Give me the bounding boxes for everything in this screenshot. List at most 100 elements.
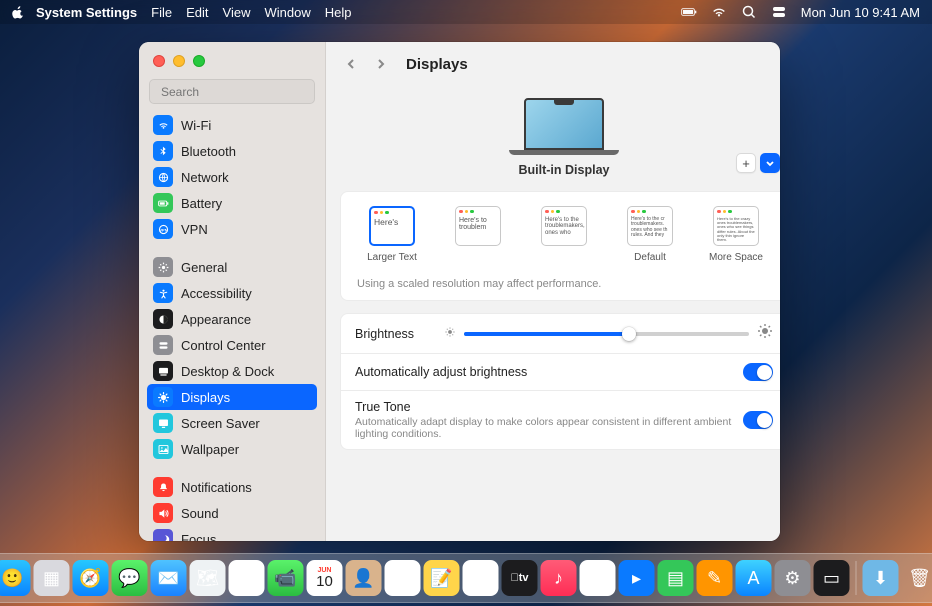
search-container [149, 79, 315, 104]
dock-finder[interactable]: 🙂 [0, 560, 31, 596]
sidebar-item-focus[interactable]: Focus [147, 526, 317, 541]
bluetooth-icon [153, 141, 173, 161]
laptop-icon [509, 98, 619, 155]
minimize-button[interactable] [173, 55, 185, 67]
dock-keynote[interactable]: ▸ [619, 560, 655, 596]
dock-freeform[interactable]: ✎ [463, 560, 499, 596]
resolution-note: Using a scaled resolution may affect per… [357, 278, 771, 290]
resolution-option-2[interactable]: Here's to the troublemakers, ones who [529, 206, 599, 264]
add-display-button[interactable]: + [736, 153, 756, 173]
dock-numbers[interactable]: ▤ [658, 560, 694, 596]
forward-button[interactable] [370, 53, 392, 75]
sidebar-item-label: Wi-Fi [181, 118, 211, 133]
sidebar-item-bluetooth[interactable]: Bluetooth [147, 138, 317, 164]
sidebar-item-battery[interactable]: Battery [147, 190, 317, 216]
sidebar-item-appearance[interactable]: Appearance [147, 306, 317, 332]
auto-brightness-toggle[interactable] [743, 363, 773, 381]
dock: 🙂▦🧭💬✉️🗺✿📹JUN10👤☑📝✎tv♪N▸▤✎A⚙▭⬇🗑 [0, 553, 932, 603]
dock-news[interactable]: N [580, 560, 616, 596]
sidebar-item-label: General [181, 260, 227, 275]
resolution-option-3[interactable]: Here's to the cr troublemakers. ones who… [615, 206, 685, 264]
wifi-icon[interactable] [711, 4, 727, 20]
dock-photos[interactable]: ✿ [229, 560, 265, 596]
bell-icon [153, 477, 173, 497]
resolution-thumb: Here's to the cr troublemakers. ones who… [627, 206, 673, 246]
sidebar-item-screen-saver[interactable]: Screen Saver [147, 410, 317, 436]
dock-maps[interactable]: 🗺 [190, 560, 226, 596]
truetone-desc: Automatically adapt display to make colo… [355, 416, 743, 440]
sidebar-item-network[interactable]: Network [147, 164, 317, 190]
dock-tv[interactable]: tv [502, 560, 538, 596]
sidebar-item-label: Screen Saver [181, 416, 260, 431]
resolution-option-1[interactable]: Here's to troublem [443, 206, 513, 264]
close-button[interactable] [153, 55, 165, 67]
menu-view[interactable]: View [223, 5, 251, 20]
dock-appstore[interactable]: A [736, 560, 772, 596]
resolution-thumb: Here's to the crazy ones troublemakers, … [713, 206, 759, 246]
resolution-option-4[interactable]: Here's to the crazy ones troublemakers, … [701, 206, 771, 264]
resolution-label: More Space [709, 252, 763, 264]
sidebar: Wi-Fi BluetoothNetworkBattery VPN VPN Genera… [139, 42, 326, 541]
back-button[interactable] [340, 53, 362, 75]
control-center-icon[interactable] [771, 4, 787, 20]
sidebar-item-wi-fi[interactable]: Wi-Fi [147, 112, 317, 138]
resolution-thumb: Here's to the troublemakers, ones who [541, 206, 587, 246]
sidebar-item-desktop-dock[interactable]: Desktop & Dock [147, 358, 317, 384]
dock-messages[interactable]: 💬 [112, 560, 148, 596]
dock-music[interactable]: ♪ [541, 560, 577, 596]
dock-calendar[interactable]: JUN10 [307, 560, 343, 596]
resolution-option-0[interactable]: Here'sLarger Text [357, 206, 427, 264]
menubar-app-name[interactable]: System Settings [36, 5, 137, 20]
dock-separator [856, 561, 857, 595]
menubar-clock[interactable]: Mon Jun 10 9:41 AM [801, 5, 920, 20]
dock-trash[interactable]: 🗑 [902, 560, 932, 596]
spotlight-icon[interactable] [741, 4, 757, 20]
desktop-icon [153, 361, 173, 381]
sidebar-item-general[interactable]: General [147, 254, 317, 280]
svg-text:VPN: VPN [159, 227, 167, 232]
dock-launchpad[interactable]: ▦ [34, 560, 70, 596]
dock-settings[interactable]: ⚙ [775, 560, 811, 596]
sidebar-item-label: Wallpaper [181, 442, 239, 457]
sidebar-item-accessibility[interactable]: Accessibility [147, 280, 317, 306]
sidebar-item-notifications[interactable]: Notifications [147, 474, 317, 500]
dock-facetime[interactable]: 📹 [268, 560, 304, 596]
menu-edit[interactable]: Edit [186, 5, 208, 20]
sidebar-item-wallpaper[interactable]: Wallpaper [147, 436, 317, 462]
wallpaper-icon [153, 439, 173, 459]
resolution-thumb: Here's [369, 206, 415, 246]
sidebar-item-label: VPN [181, 222, 208, 237]
truetone-toggle[interactable] [743, 411, 773, 429]
dock-contacts[interactable]: 👤 [346, 560, 382, 596]
sidebar-item-label: Appearance [181, 312, 251, 327]
search-field[interactable] [149, 79, 315, 104]
resolution-label: Default [634, 252, 666, 264]
menu-file[interactable]: File [151, 5, 172, 20]
dock-safari[interactable]: 🧭 [73, 560, 109, 596]
sidebar-item-control-center[interactable]: Control Center [147, 332, 317, 358]
dock-reminders[interactable]: ☑ [385, 560, 421, 596]
dock-downloads[interactable]: ⬇ [863, 560, 899, 596]
dock-notes[interactable]: 📝 [424, 560, 460, 596]
dock-mail[interactable]: ✉️ [151, 560, 187, 596]
auto-brightness-row: Automatically adjust brightness [341, 354, 780, 391]
dock-iphone-mirroring[interactable]: ▭ [814, 560, 850, 596]
menu-help[interactable]: Help [325, 5, 352, 20]
sidebar-item-displays[interactable]: Displays [147, 384, 317, 410]
window-controls [139, 42, 325, 73]
sidebar-item-label: Control Center [181, 338, 266, 353]
battery-icon[interactable] [681, 4, 697, 20]
brightness-label: Brightness [355, 327, 414, 341]
sidebar-list[interactable]: Wi-Fi BluetoothNetworkBattery VPN VPN Genera… [139, 112, 325, 541]
sidebar-item-vpn[interactable]: VPN VPN [147, 216, 317, 242]
zoom-button[interactable] [193, 55, 205, 67]
dock-pages[interactable]: ✎ [697, 560, 733, 596]
apple-logo-icon[interactable] [12, 5, 26, 19]
arrange-dropdown-button[interactable] [760, 153, 780, 173]
menu-window[interactable]: Window [264, 5, 310, 20]
search-input[interactable] [161, 85, 316, 99]
brightness-slider[interactable] [464, 332, 749, 336]
truetone-label: True Tone [355, 400, 743, 414]
settings-window: Wi-Fi BluetoothNetworkBattery VPN VPN Genera… [139, 42, 780, 541]
sidebar-item-sound[interactable]: Sound [147, 500, 317, 526]
